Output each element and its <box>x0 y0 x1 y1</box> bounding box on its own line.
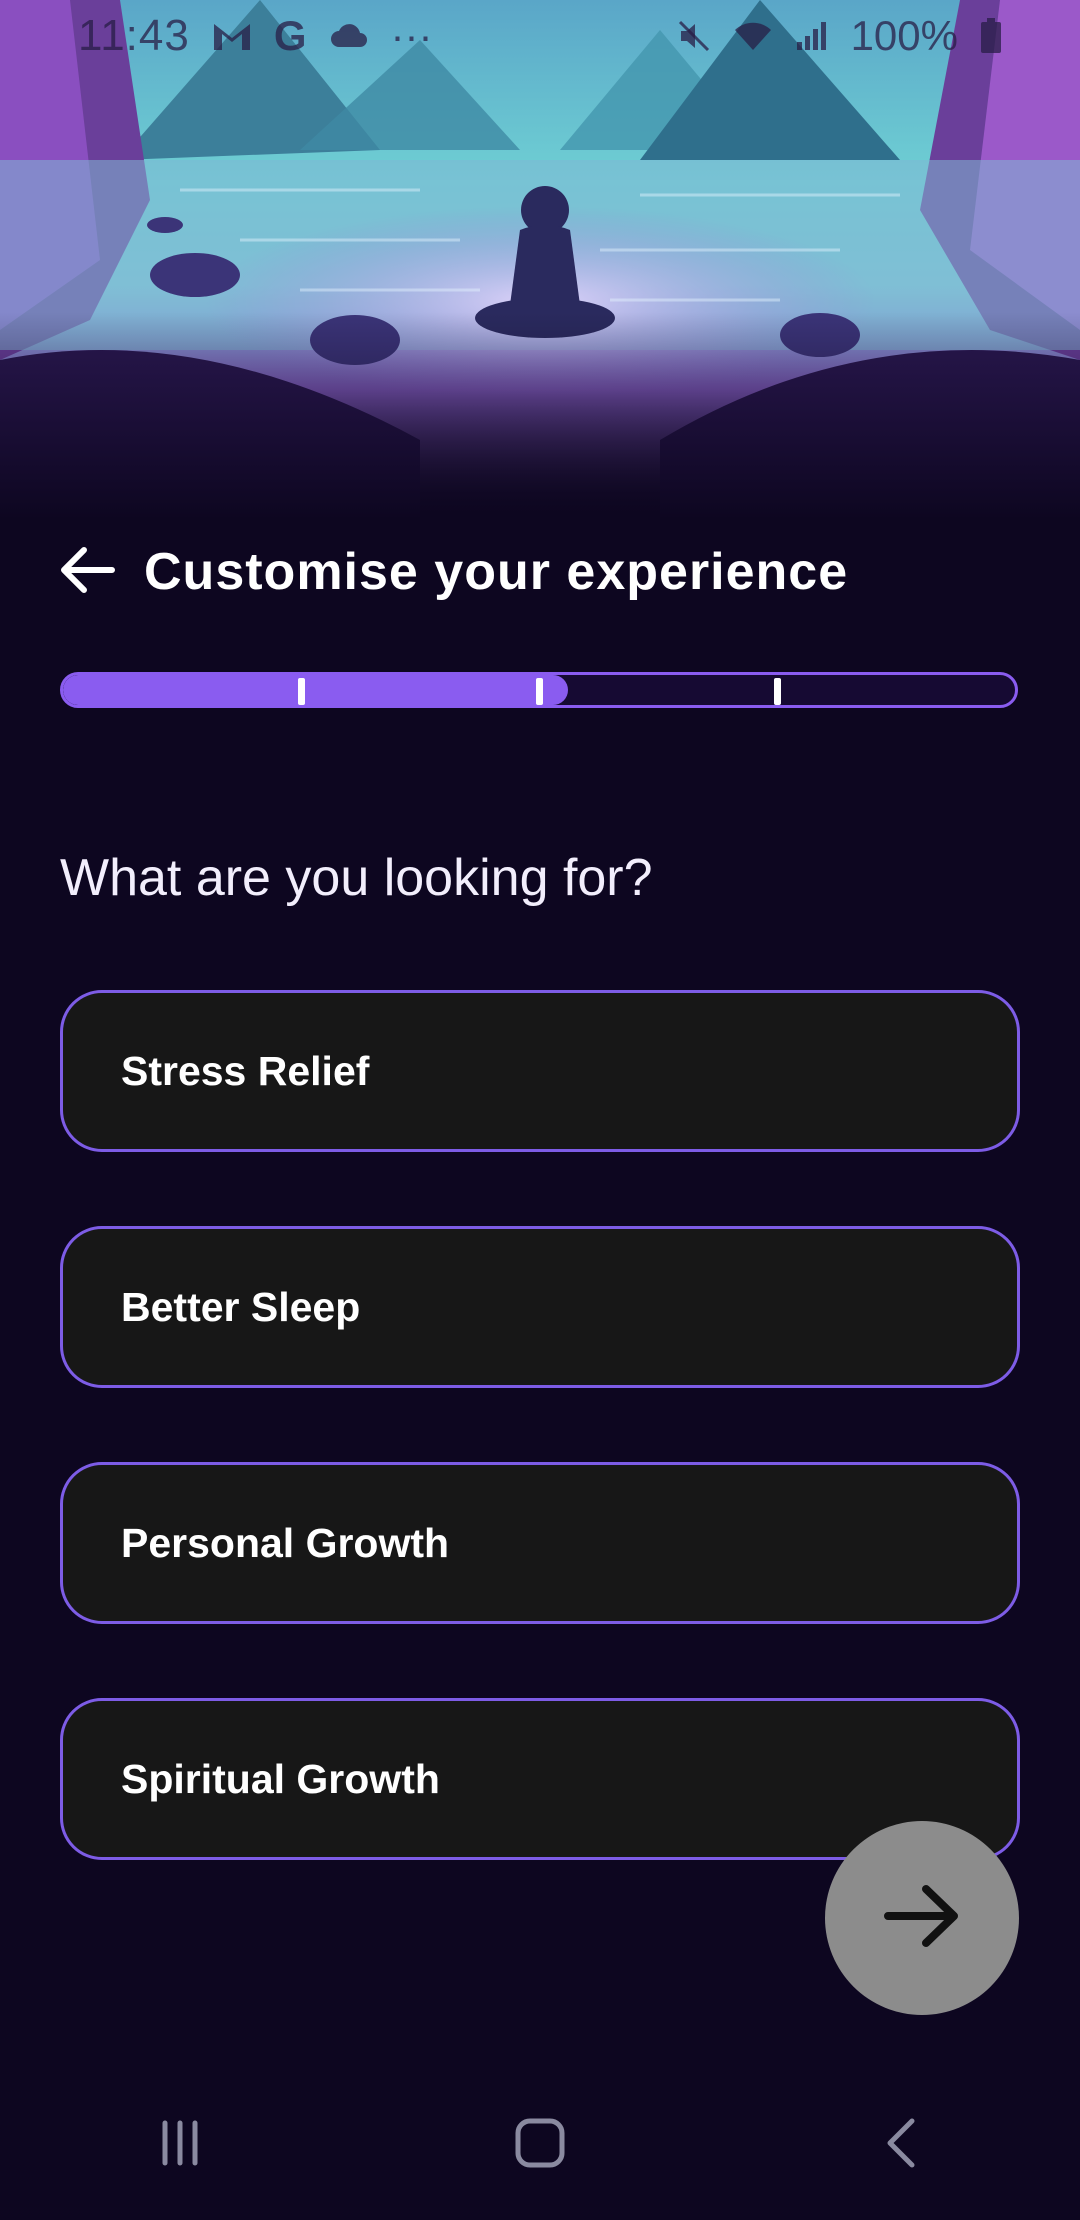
question-heading: What are you looking for? <box>60 849 653 907</box>
back-icon <box>880 2117 920 2174</box>
status-bar: 11:43 G ··· 100% <box>0 0 1080 72</box>
option-label: Stress Relief <box>121 1047 370 1094</box>
option-label: Better Sleep <box>121 1283 361 1330</box>
option-label: Spiritual Growth <box>121 1755 440 1802</box>
gmail-icon <box>212 20 252 52</box>
progress-segment-divider <box>774 678 781 705</box>
page-title: Customise your experience <box>144 543 849 601</box>
status-time: 11:43 <box>78 11 190 60</box>
back-button[interactable] <box>58 542 118 602</box>
system-nav-bar <box>0 2090 1080 2200</box>
cloud-icon <box>329 23 369 49</box>
battery-icon <box>980 18 1002 54</box>
recent-apps-icon <box>155 2118 205 2173</box>
google-icon: G <box>273 12 307 59</box>
option-personal-growth[interactable]: Personal Growth <box>60 1462 1020 1624</box>
next-button[interactable] <box>825 1821 1019 2015</box>
more-dots-icon: ··· <box>390 12 433 59</box>
arrow-right-icon <box>882 1881 962 1956</box>
mute-icon <box>677 19 711 53</box>
progress-fill <box>63 675 568 705</box>
option-label: Personal Growth <box>121 1519 450 1566</box>
header: Customise your experience <box>58 535 848 609</box>
recent-apps-button[interactable] <box>120 2100 240 2190</box>
battery-percent: 100% <box>850 12 958 59</box>
option-better-sleep[interactable]: Better Sleep <box>60 1226 1020 1388</box>
signal-icon <box>795 20 829 52</box>
option-stress-relief[interactable]: Stress Relief <box>60 990 1020 1152</box>
progress-segment-divider <box>536 678 543 705</box>
arrow-left-icon <box>60 545 116 600</box>
home-button[interactable] <box>480 2100 600 2190</box>
wifi-icon <box>733 20 773 52</box>
hero-illustration <box>0 0 1080 520</box>
options-list: Stress Relief Better Sleep Personal Grow… <box>60 990 1020 1934</box>
onboarding-progress-bar <box>60 672 1018 708</box>
home-icon <box>514 2117 566 2174</box>
progress-segment-divider <box>298 678 305 705</box>
status-left: 11:43 G ··· <box>78 11 432 61</box>
system-back-button[interactable] <box>840 2100 960 2190</box>
status-right: 100% <box>677 12 1002 60</box>
